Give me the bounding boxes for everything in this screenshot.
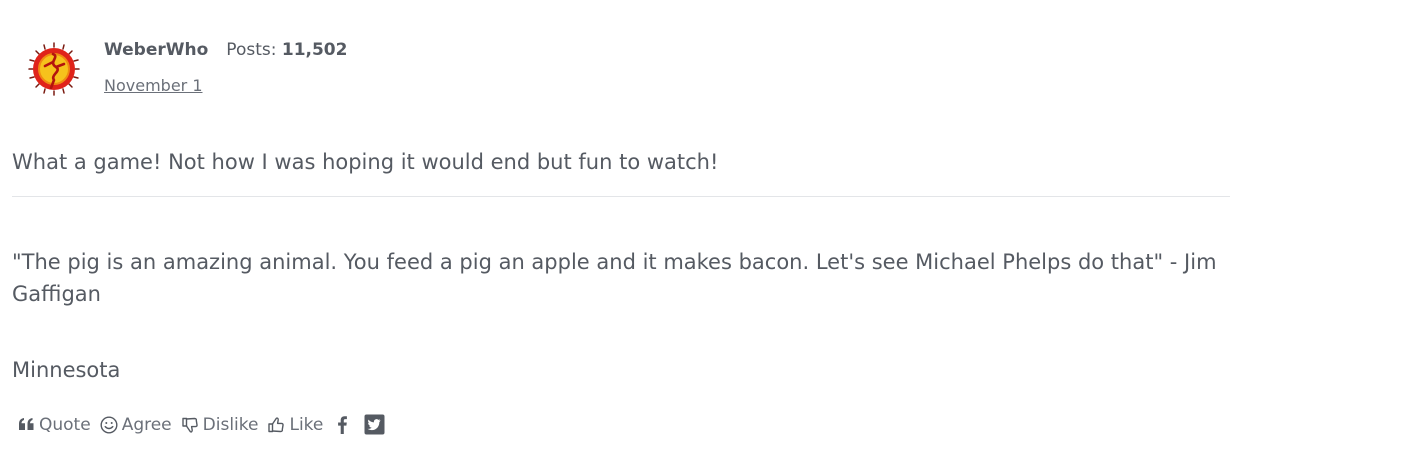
forum-post: WeberWho Posts: 11,502 November 1 What a… <box>0 0 1419 451</box>
thumbs-up-icon <box>268 416 285 432</box>
author-line: WeberWho Posts: 11,502 <box>104 40 347 66</box>
reaction-bar: Quote Agree Dislike Like <box>18 414 397 435</box>
like-label: Like <box>289 414 324 435</box>
signature-divider <box>12 196 1230 197</box>
facebook-icon <box>338 415 348 434</box>
post-message: What a game! Not how I was hoping it wou… <box>12 150 719 174</box>
smiley-icon <box>100 415 118 434</box>
dislike-label: Dislike <box>202 414 259 435</box>
like-button[interactable]: Like <box>267 415 323 435</box>
avatar[interactable] <box>26 40 82 98</box>
share-twitter-button[interactable] <box>364 414 385 435</box>
post-date-link[interactable]: November 1 <box>104 76 203 95</box>
quote-label: Quote <box>39 414 91 435</box>
signature-location: Minnesota <box>12 358 121 382</box>
agree-label: Agree <box>121 414 172 435</box>
signature-quote: "The pig is an amazing animal. You feed … <box>12 250 1217 306</box>
author-name-link[interactable]: WeberWho <box>104 40 208 60</box>
twitter-icon <box>364 414 385 435</box>
quote-icon <box>19 418 34 430</box>
post-count: Posts: 11,502 <box>226 40 347 60</box>
share-facebook-button[interactable] <box>336 415 348 435</box>
post-count-value: 11,502 <box>281 40 348 60</box>
dislike-button[interactable]: Dislike <box>181 414 259 435</box>
author-info: WeberWho Posts: 11,502 November 1 <box>104 40 347 95</box>
agree-button[interactable]: Agree <box>100 415 172 435</box>
thumbs-down-icon <box>181 417 198 433</box>
quote-button[interactable]: Quote <box>18 415 91 435</box>
post-count-label: Posts: <box>226 40 277 60</box>
dancing-figure-avatar-icon <box>28 42 80 96</box>
signature: "The pig is an amazing animal. You feed … <box>12 246 1237 310</box>
